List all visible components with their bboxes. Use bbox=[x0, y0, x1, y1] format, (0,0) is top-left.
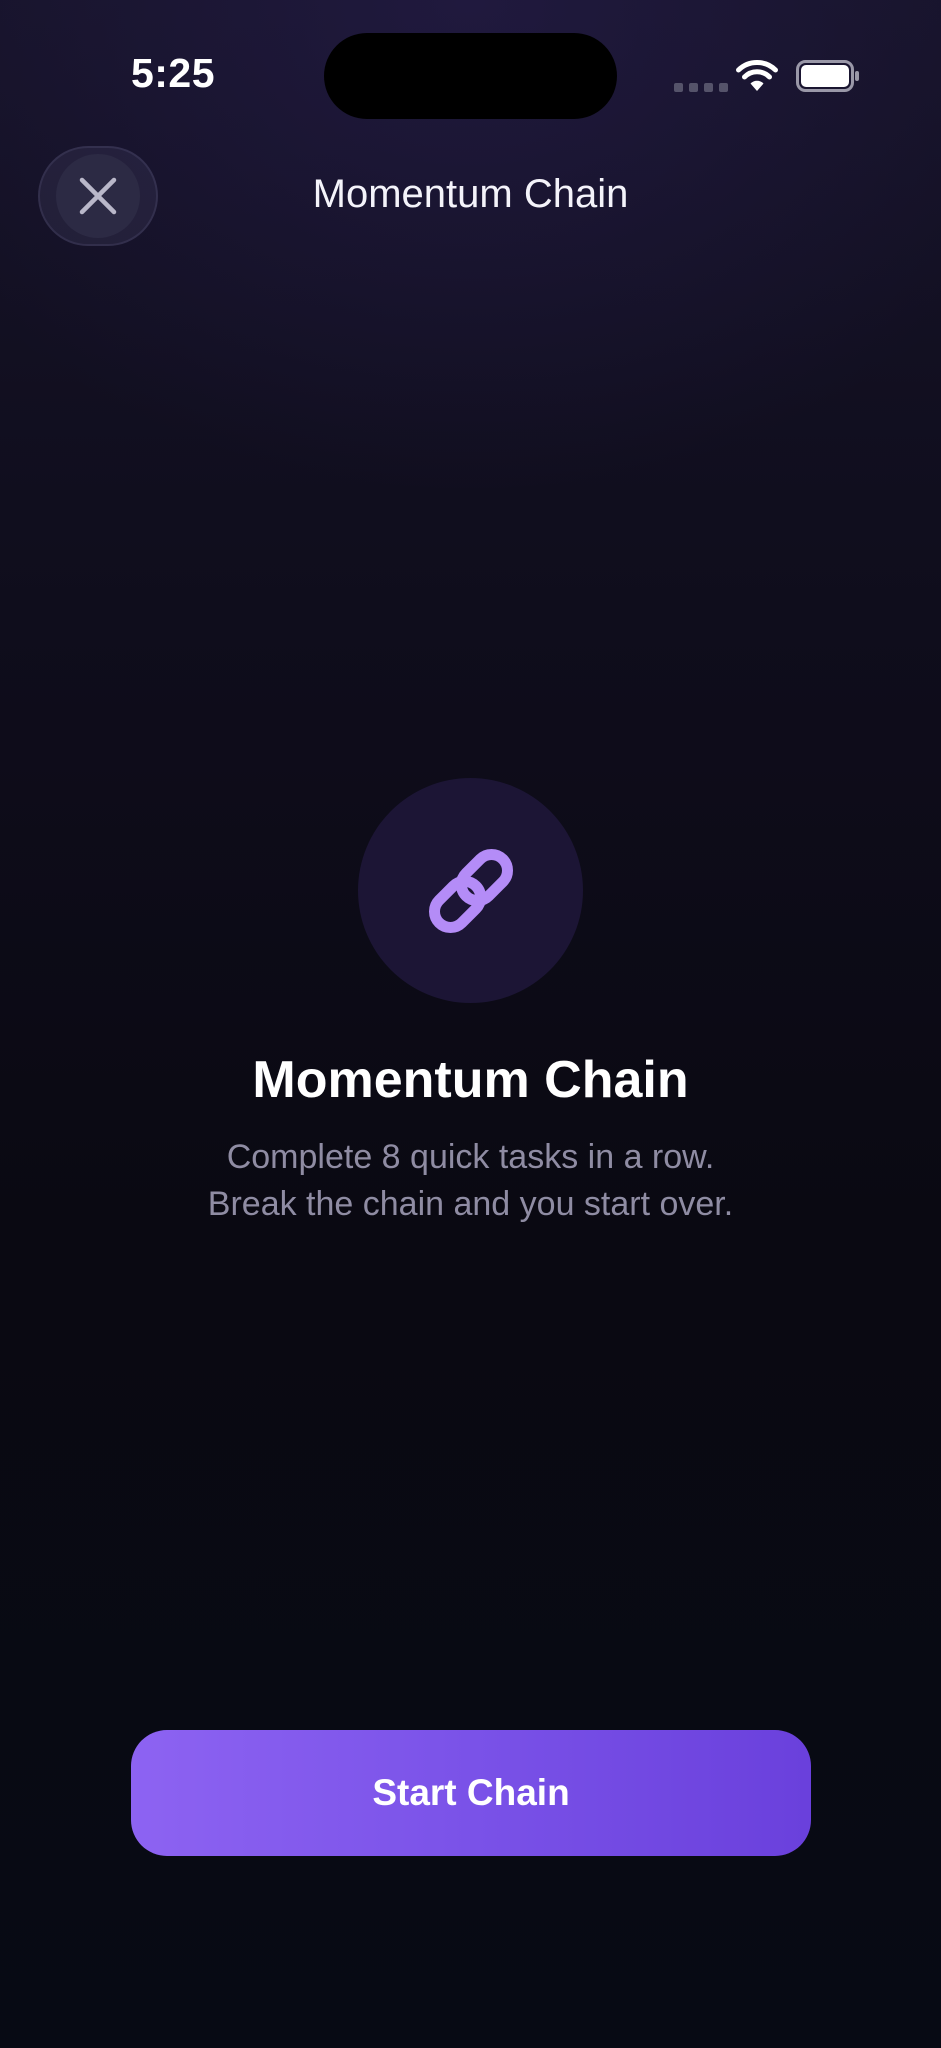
cellular-signal-icon bbox=[674, 83, 728, 92]
dynamic-island bbox=[324, 33, 617, 119]
hero-description: Complete 8 quick tasks in a row. Break t… bbox=[120, 1134, 821, 1228]
close-icon bbox=[79, 177, 117, 215]
start-chain-button[interactable]: Start Chain bbox=[131, 1730, 811, 1856]
close-button[interactable] bbox=[38, 146, 158, 246]
hero-title: Momentum Chain bbox=[252, 1051, 689, 1109]
battery-icon bbox=[796, 60, 859, 92]
close-button-inner bbox=[56, 154, 140, 238]
link-icon bbox=[428, 848, 513, 933]
status-time: 5:25 bbox=[130, 50, 216, 96]
wifi-icon bbox=[736, 59, 778, 91]
hero-icon-circle bbox=[358, 778, 583, 1003]
hero-description-line-2: Break the chain and you start over. bbox=[207, 1185, 734, 1223]
screen: 5:25 Momentum Chain Momentum Chain Compl… bbox=[0, 0, 941, 2048]
header-title: Momentum Chain bbox=[312, 172, 629, 216]
hero-description-line-1: Complete 8 quick tasks in a row. bbox=[226, 1138, 715, 1176]
